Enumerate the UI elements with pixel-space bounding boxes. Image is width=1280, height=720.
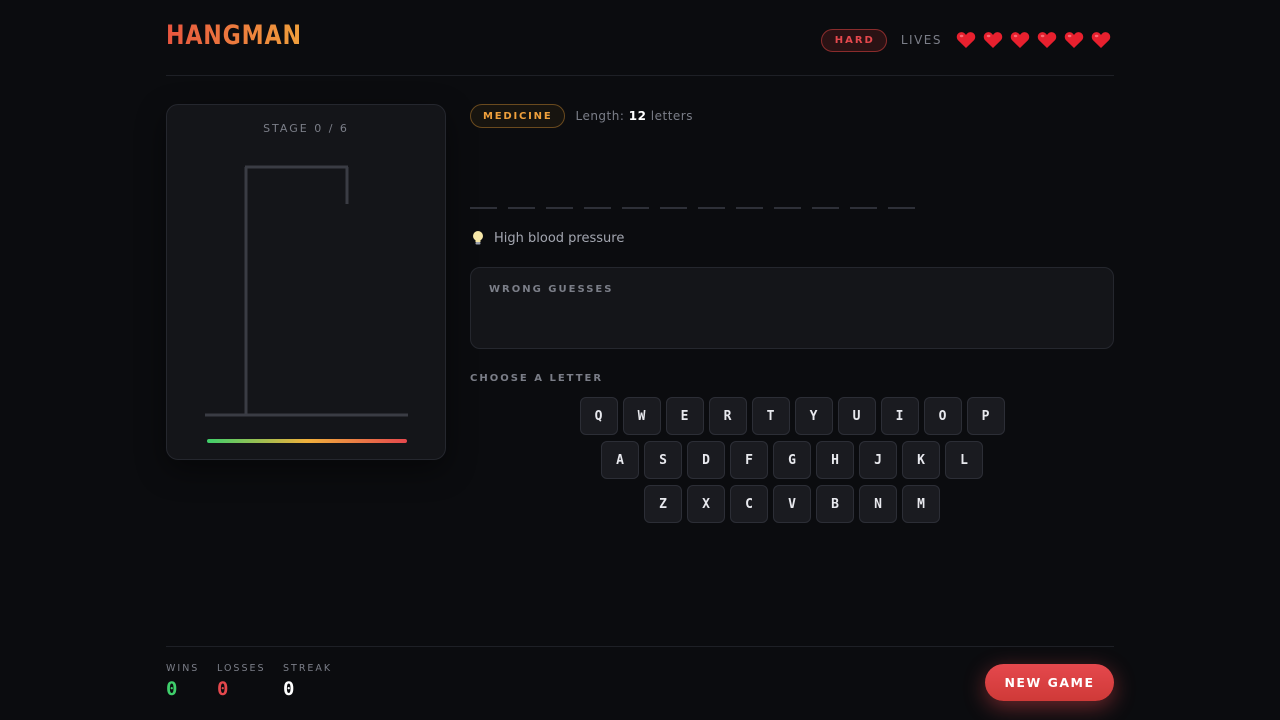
letter-slot	[508, 207, 535, 209]
heart-icon	[1087, 31, 1114, 49]
streak-label: STREAK	[283, 663, 333, 674]
keyboard-row: QWERTYUIOP	[470, 397, 1114, 435]
letter-key[interactable]: X	[687, 485, 725, 523]
app-title: HANGMAN	[166, 20, 302, 51]
letter-key[interactable]: P	[966, 397, 1005, 435]
letter-key[interactable]: D	[687, 441, 725, 479]
letter-key[interactable]: H	[816, 441, 854, 479]
footer: WINS 0 LOSSES 0 STREAK 0 NEW GAME	[166, 646, 1114, 720]
letter-slot	[660, 207, 687, 209]
lightbulb-icon	[473, 231, 483, 245]
lives-progress-bar	[207, 439, 407, 443]
letter-slot	[698, 207, 725, 209]
lives-label: LIVES	[900, 33, 942, 47]
letter-slot	[774, 207, 801, 209]
wins-stat: WINS 0	[166, 663, 199, 700]
letter-key[interactable]: K	[902, 441, 940, 479]
wins-label: WINS	[166, 663, 200, 674]
letter-slot	[888, 207, 915, 209]
letter-key[interactable]: F	[730, 441, 768, 479]
game-area: MEDICINE Length: 12 letters High blood p…	[470, 104, 1114, 523]
wins-value: 0	[166, 678, 178, 700]
hint: High blood pressure	[470, 230, 624, 246]
word-meta: MEDICINE Length: 12 letters	[470, 104, 1114, 128]
keyboard-title: CHOOSE A LETTER	[470, 373, 604, 384]
new-game-button[interactable]: NEW GAME	[985, 664, 1114, 701]
header: HANGMAN HARD LIVES	[166, 0, 1114, 76]
letter-slot	[584, 207, 611, 209]
letter-key[interactable]: A	[601, 441, 639, 479]
letter-key[interactable]: B	[816, 485, 854, 523]
letter-key[interactable]: T	[751, 397, 790, 435]
difficulty-badge: HARD	[820, 28, 887, 52]
heart-icon	[1033, 31, 1060, 49]
letter-slot	[546, 207, 573, 209]
keyboard-row: ZXCVBNM	[470, 485, 1114, 523]
heart-icon	[1060, 31, 1087, 49]
letter-key[interactable]: Z	[644, 485, 682, 523]
letter-keyboard: QWERTYUIOP ASDFGHJKL ZXCVBNM	[470, 397, 1114, 529]
letter-key[interactable]: S	[644, 441, 682, 479]
letter-key[interactable]: N	[859, 485, 897, 523]
gallows-drawing	[205, 165, 408, 417]
letter-key[interactable]: L	[945, 441, 983, 479]
letter-slot	[622, 207, 649, 209]
heart-icon	[1006, 31, 1033, 49]
streak-stat: STREAK 0	[283, 663, 332, 700]
lives-hearts	[952, 31, 1114, 49]
letter-slot	[470, 207, 497, 209]
category-badge: MEDICINE	[470, 104, 566, 128]
losses-label: LOSSES	[217, 663, 266, 674]
keyboard-row: ASDFGHJKL	[470, 441, 1114, 479]
letter-slot	[850, 207, 877, 209]
letter-key[interactable]: I	[880, 397, 919, 435]
length-prefix: Length:	[575, 109, 625, 123]
letter-key[interactable]: W	[622, 397, 661, 435]
gallows-panel: STAGE 0 / 6	[166, 104, 446, 460]
losses-stat: LOSSES 0	[217, 663, 266, 700]
length-value: 12	[628, 109, 647, 123]
heart-icon	[952, 31, 979, 49]
letter-key[interactable]: M	[902, 485, 940, 523]
word-slots	[470, 207, 926, 209]
letter-slot	[736, 207, 763, 209]
letter-key[interactable]: R	[708, 397, 747, 435]
letter-key[interactable]: V	[773, 485, 811, 523]
header-status: HARD LIVES	[820, 28, 1114, 52]
heart-icon	[979, 31, 1006, 49]
losses-value: 0	[217, 678, 229, 700]
word-length: Length: 12 letters	[575, 109, 693, 123]
streak-value: 0	[283, 678, 295, 700]
hint-text: High blood pressure	[494, 230, 625, 246]
letter-key[interactable]: J	[859, 441, 897, 479]
wrong-guesses-title: WRONG GUESSES	[489, 284, 614, 295]
letter-key[interactable]: G	[773, 441, 811, 479]
letter-key[interactable]: Q	[579, 397, 618, 435]
letter-key[interactable]: U	[837, 397, 876, 435]
app: HANGMAN HARD LIVES STAGE 0 / 6 MEDICINE …	[166, 0, 1114, 720]
letter-key[interactable]: O	[923, 397, 962, 435]
letter-slot	[812, 207, 839, 209]
letter-key[interactable]: E	[665, 397, 704, 435]
wrong-guesses-box: WRONG GUESSES	[470, 267, 1114, 349]
length-suffix: letters	[650, 109, 693, 123]
letter-key[interactable]: Y	[794, 397, 833, 435]
letter-key[interactable]: C	[730, 485, 768, 523]
